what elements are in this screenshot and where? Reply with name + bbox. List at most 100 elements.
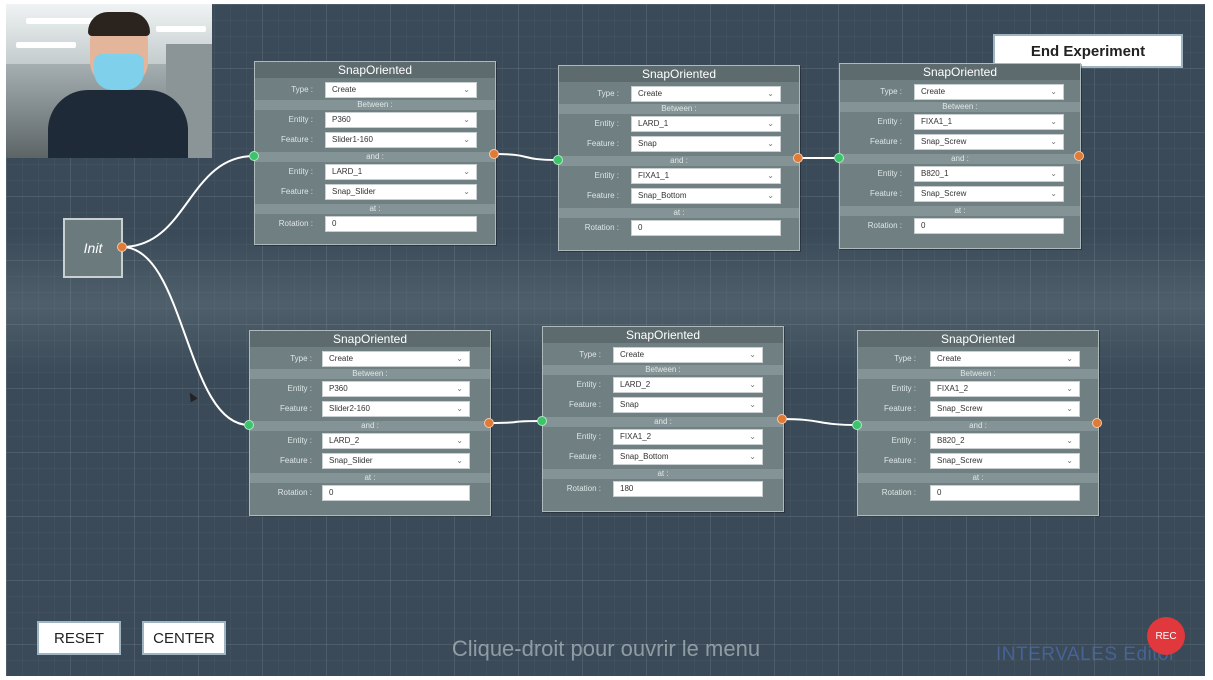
entity-select[interactable]: P360 ⌄ [322,381,470,397]
node-input-port[interactable] [537,416,547,426]
entity-select[interactable]: LARD_2 ⌄ [613,377,763,393]
chevron-down-icon: ⌄ [456,436,463,445]
node-title[interactable]: SnapOriented [559,66,799,82]
chevron-down-icon: ⌄ [463,187,470,196]
section-label: at : [255,204,495,214]
type-select[interactable]: Create ⌄ [631,86,781,102]
rotation-input[interactable]: 0 [631,220,781,236]
rotation-input[interactable]: 0 [930,485,1080,501]
section-label: at : [840,206,1080,216]
node-output-port[interactable] [793,153,803,163]
node-title[interactable]: SnapOriented [250,331,490,347]
feature-select[interactable]: Slider2-160 ⌄ [322,401,470,417]
init-node[interactable]: Init [63,218,123,278]
chevron-down-icon: ⌄ [749,432,756,441]
node-output-port[interactable] [1074,151,1084,161]
field-value: Create [937,354,962,363]
field-label: Entity : [594,119,619,128]
center-button[interactable]: CENTER [142,621,226,655]
node-output-port[interactable] [1092,418,1102,428]
field-value: LARD_1 [332,167,363,176]
rotation-input[interactable]: 0 [914,218,1064,234]
wire [121,246,250,426]
field-value: Snap_Screw [937,456,983,465]
feature-select[interactable]: Snap_Slider ⌄ [322,453,470,469]
feature-select[interactable]: Snap_Screw ⌄ [930,453,1080,469]
feature-select[interactable]: Snap_Screw ⌄ [914,186,1064,202]
type-select[interactable]: Create ⌄ [322,351,470,367]
entity-select[interactable]: LARD_1 ⌄ [631,116,781,132]
chevron-down-icon: ⌄ [456,456,463,465]
type-select[interactable]: Create ⌄ [613,347,763,363]
field-label: Entity : [287,436,312,445]
field-label: Feature : [586,139,619,148]
section-label: Between : [543,365,783,375]
field-label: Type : [880,87,902,96]
field-value: Snap [638,139,657,148]
snap-oriented-node[interactable]: SnapOriented Type : Create ⌄ Between : Entity… [542,326,784,512]
feature-select[interactable]: Snap_Bottom ⌄ [631,188,781,204]
snap-oriented-node[interactable]: SnapOriented Type : Create ⌄ Between : Entity… [839,63,1081,249]
field-value: Slider1-160 [332,135,373,144]
field-label: Entity : [288,167,313,176]
field-value: LARD_1 [638,119,669,128]
context-menu-hint: Clique-droit pour ouvrir le menu [451,636,761,661]
node-editor-canvas[interactable]: End Experiment Init SnapOriented Type : Cr… [6,4,1205,676]
entity-select[interactable]: LARD_2 ⌄ [322,433,470,449]
entity-select[interactable]: LARD_1 ⌄ [325,164,477,180]
snap-oriented-node[interactable]: SnapOriented Type : Create ⌄ Between : Entity… [558,65,800,251]
node-input-port[interactable] [852,420,862,430]
init-output-port[interactable] [117,242,127,252]
rotation-input[interactable]: 180 [613,481,763,497]
snap-oriented-node[interactable]: SnapOriented Type : Create ⌄ Between : Entity… [254,61,496,245]
feature-select[interactable]: Snap_Screw ⌄ [914,134,1064,150]
node-title[interactable]: SnapOriented [840,64,1080,80]
entity-select[interactable]: FIXA1_1 ⌄ [914,114,1064,130]
node-title[interactable]: SnapOriented [858,331,1098,347]
entity-select[interactable]: FIXA1_2 ⌄ [613,429,763,445]
type-select[interactable]: Create ⌄ [930,351,1080,367]
field-value: Create [638,89,663,98]
field-value: 180 [620,484,634,493]
entity-select[interactable]: B820_2 ⌄ [930,433,1080,449]
snap-oriented-node[interactable]: SnapOriented Type : Create ⌄ Between : Entity… [249,330,491,516]
section-label: at : [250,473,490,483]
feature-select[interactable]: Snap_Slider ⌄ [325,184,477,200]
field-label: Rotation : [867,221,902,230]
type-select[interactable]: Create ⌄ [914,84,1064,100]
field-value: Slider2-160 [329,404,370,413]
feature-select[interactable]: Slider1-160 ⌄ [325,132,477,148]
field-value: Snap_Bottom [638,191,687,200]
rotation-input[interactable]: 0 [325,216,477,232]
chevron-down-icon: ⌄ [767,119,774,128]
node-output-port[interactable] [489,149,499,159]
node-input-port[interactable] [834,153,844,163]
field-value: Create [921,87,946,96]
reset-button[interactable]: RESET [37,621,121,655]
node-output-port[interactable] [777,414,787,424]
feature-select[interactable]: Snap ⌄ [631,136,781,152]
node-title[interactable]: SnapOriented [543,327,783,343]
feature-select[interactable]: Snap ⌄ [613,397,763,413]
record-button[interactable]: REC [1147,617,1185,655]
feature-select[interactable]: Snap_Bottom ⌄ [613,449,763,465]
rotation-input[interactable]: 0 [322,485,470,501]
node-input-port[interactable] [244,420,254,430]
snap-oriented-node[interactable]: SnapOriented Type : Create ⌄ Between : Entity… [857,330,1099,516]
field-value: Snap_Slider [332,187,376,196]
field-label: Feature : [883,456,916,465]
node-input-port[interactable] [249,151,259,161]
type-select[interactable]: Create ⌄ [325,82,477,98]
chevron-down-icon: ⌄ [463,167,470,176]
entity-select[interactable]: FIXA1_2 ⌄ [930,381,1080,397]
node-input-port[interactable] [553,155,563,165]
node-output-port[interactable] [484,418,494,428]
entity-select[interactable]: P360 ⌄ [325,112,477,128]
chevron-down-icon: ⌄ [749,400,756,409]
chevron-down-icon: ⌄ [1066,456,1073,465]
entity-select[interactable]: B820_1 ⌄ [914,166,1064,182]
entity-select[interactable]: FIXA1_1 ⌄ [631,168,781,184]
field-value: Snap_Screw [937,404,983,413]
feature-select[interactable]: Snap_Screw ⌄ [930,401,1080,417]
node-title[interactable]: SnapOriented [255,62,495,78]
